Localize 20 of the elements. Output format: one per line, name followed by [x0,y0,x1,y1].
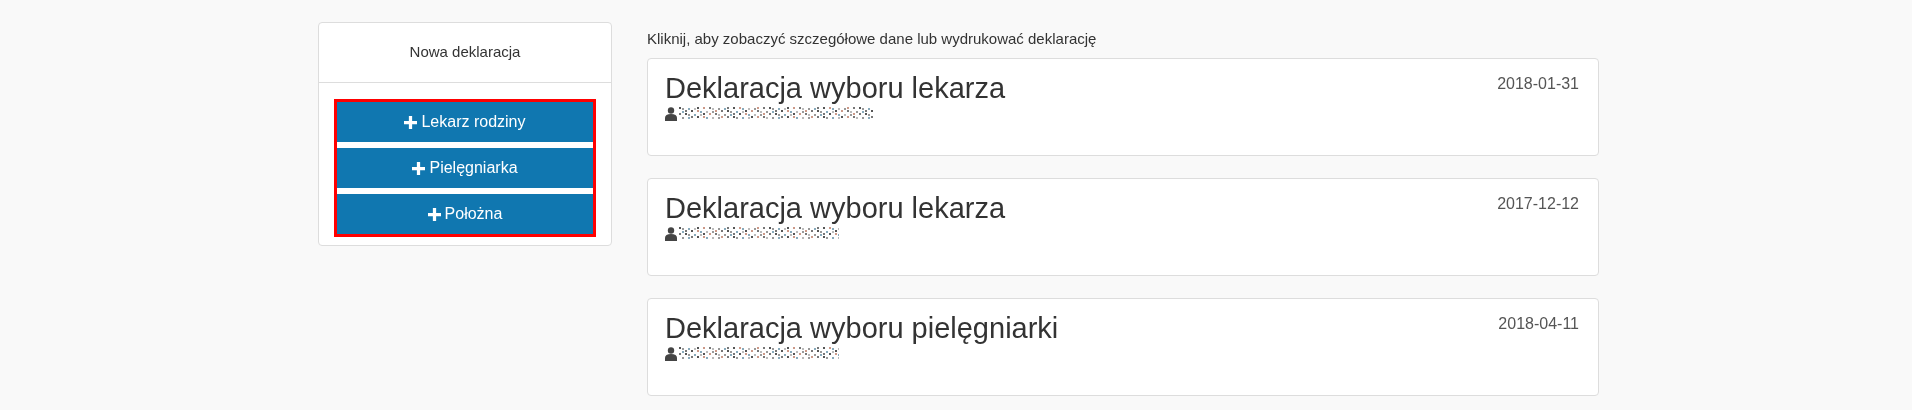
plus-icon [427,207,441,221]
add-button[interactable]: Lekarz rodziny [337,102,593,142]
plus-icon [404,115,418,129]
add-button[interactable]: Pielęgniarka [337,148,593,188]
declaration-title: Deklaracja wyboru lekarza [665,71,1006,106]
hint-text: Kliknij, aby zobaczyć szczegółowe dane lub wydrukować deklarację [647,29,1098,49]
plus-icon [412,161,426,175]
person-icon [665,107,677,121]
add-button[interactable]: Położna [337,194,593,234]
declaration-card[interactable]: Deklaracja wyboru lekarza 2018-01-31 [647,58,1599,156]
declaration-card[interactable]: Deklaracja wyboru lekarza 2017-12-12 [647,178,1599,276]
declaration-card[interactable]: Deklaracja wyboru pielęgniarki 2018-04-11 [647,298,1599,396]
declaration-title: Deklaracja wyboru pielęgniarki [665,311,1059,346]
person-icon [665,227,677,241]
declaration-date: 2017-12-12 [1497,194,1579,214]
person-icon [665,347,677,361]
declaration-date: 2018-04-11 [1498,314,1579,334]
declaration-date: 2018-01-31 [1497,74,1579,94]
panel-title: Nowa deklaracja [409,42,521,63]
declaration-title: Deklaracja wyboru lekarza [665,191,1006,226]
